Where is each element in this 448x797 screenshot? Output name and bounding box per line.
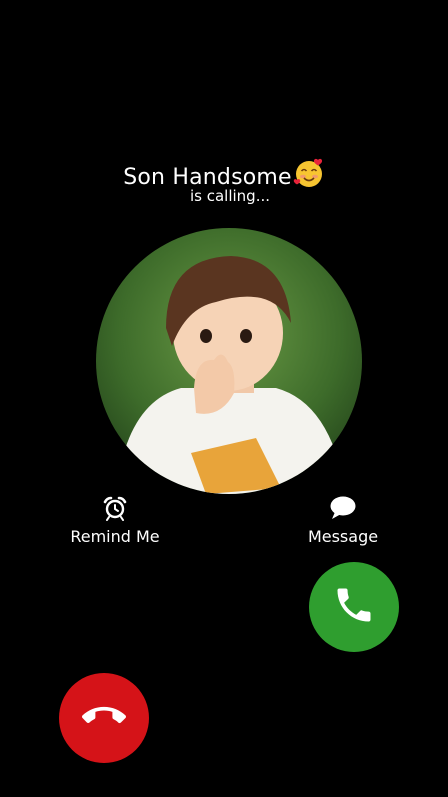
call-status: is calling...: [189, 187, 271, 205]
message-label: Message: [307, 527, 379, 546]
alarm-clock-icon: [50, 495, 180, 521]
remind-me-label: Remind Me: [70, 527, 160, 546]
phone-hangup-icon: [81, 694, 126, 742]
message-button[interactable]: Message: [278, 495, 408, 546]
remind-me-button[interactable]: Remind Me: [50, 495, 180, 546]
accept-call-button[interactable]: [309, 562, 399, 652]
caller-avatar: [96, 228, 362, 494]
chat-bubble-icon: [278, 495, 408, 521]
decline-call-button[interactable]: [59, 673, 149, 763]
phone-icon: [332, 583, 376, 631]
